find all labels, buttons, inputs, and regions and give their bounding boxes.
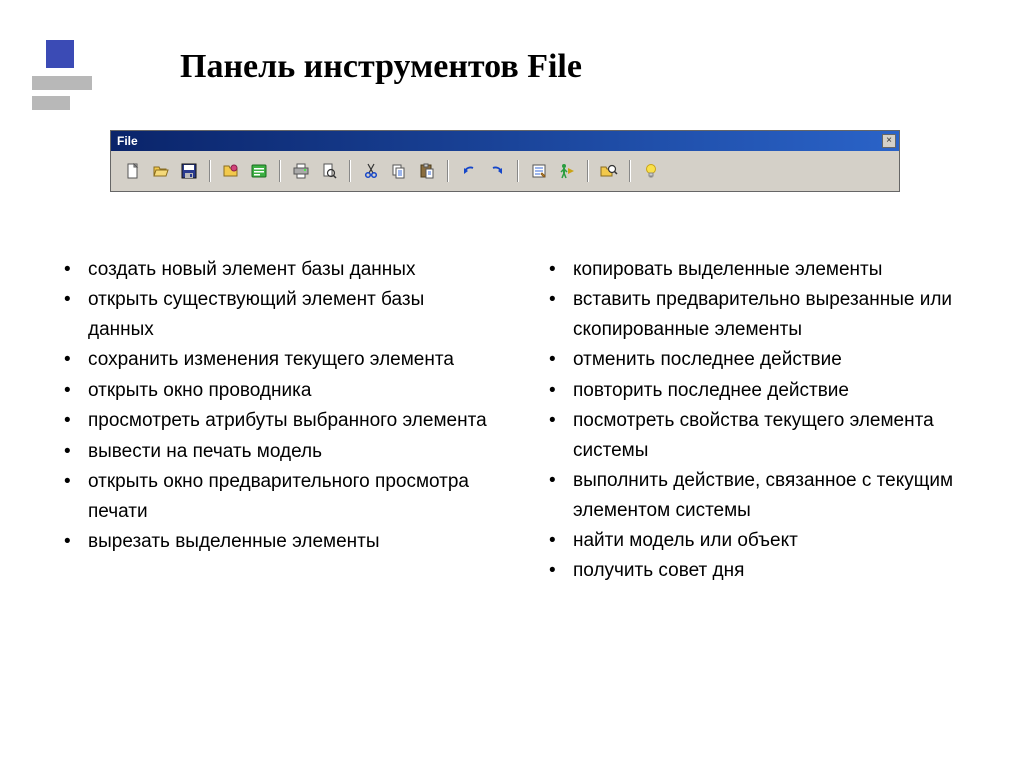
close-button[interactable]: ×	[882, 134, 896, 148]
list-item: вывести на печать модель	[60, 437, 495, 466]
paste-button[interactable]	[415, 159, 439, 183]
find-icon	[600, 163, 618, 179]
toolbar-separator	[279, 160, 281, 182]
list-item: создать новый элемент базы данных	[60, 255, 495, 284]
new-button[interactable]	[121, 159, 145, 183]
copy-button[interactable]	[387, 159, 411, 183]
toolbar-separator	[447, 160, 449, 182]
list-item: выполнить действие, связанное с текущим …	[545, 466, 980, 525]
properties-button[interactable]	[527, 159, 551, 183]
redo-icon	[489, 163, 505, 179]
decoration-square	[46, 40, 74, 68]
toolbar-buttons-row	[111, 151, 899, 191]
toolbar-title: File	[117, 134, 138, 148]
list-item: просмотреть атрибуты выбранного элемента	[60, 406, 495, 435]
page-title: Панель инструментов File	[180, 48, 582, 86]
save-button[interactable]	[177, 159, 201, 183]
list-item: повторить последнее действие	[545, 376, 980, 405]
toolbar-separator	[349, 160, 351, 182]
tip-button[interactable]	[639, 159, 663, 183]
right-column: копировать выделенные элементы вставить …	[545, 255, 980, 587]
copy-icon	[391, 163, 407, 179]
list-item: отменить последнее действие	[545, 345, 980, 374]
list-item: копировать выделенные элементы	[545, 255, 980, 284]
print-preview-button[interactable]	[317, 159, 341, 183]
list-item: получить совет дня	[545, 556, 980, 585]
run-action-icon	[559, 163, 575, 179]
undo-button[interactable]	[457, 159, 481, 183]
open-icon	[153, 163, 169, 179]
explorer-button[interactable]	[219, 159, 243, 183]
run-action-button[interactable]	[555, 159, 579, 183]
paste-icon	[419, 163, 435, 179]
decoration-bar	[32, 96, 70, 110]
list-item: найти модель или объект	[545, 526, 980, 555]
list-item: вырезать выделенные элементы	[60, 527, 495, 556]
list-item: вставить предварительно вырезанные или с…	[545, 285, 980, 344]
left-list: создать новый элемент базы данных открыт…	[60, 255, 495, 556]
list-item: открыть существующий элемент базы данных	[60, 285, 495, 344]
cut-icon	[363, 163, 379, 179]
open-button[interactable]	[149, 159, 173, 183]
list-item: посмотреть свойства текущего элемента си…	[545, 406, 980, 465]
attributes-button[interactable]	[247, 159, 271, 183]
redo-button[interactable]	[485, 159, 509, 183]
toolbar-separator	[209, 160, 211, 182]
print-button[interactable]	[289, 159, 313, 183]
undo-icon	[461, 163, 477, 179]
find-button[interactable]	[597, 159, 621, 183]
toolbar-separator	[629, 160, 631, 182]
print-preview-icon	[321, 163, 337, 179]
properties-icon	[531, 163, 547, 179]
save-icon	[181, 163, 197, 179]
list-item: открыть окно проводника	[60, 376, 495, 405]
explorer-icon	[223, 163, 239, 179]
content-columns: создать новый элемент базы данных открыт…	[60, 255, 980, 587]
toolbar-separator	[587, 160, 589, 182]
toolbar-titlebar: File ×	[111, 131, 899, 151]
left-column: создать новый элемент базы данных открыт…	[60, 255, 495, 587]
right-list: копировать выделенные элементы вставить …	[545, 255, 980, 586]
attributes-icon	[251, 163, 267, 179]
new-icon	[125, 163, 141, 179]
tip-icon	[643, 163, 659, 179]
list-item: открыть окно предварительного просмотра …	[60, 467, 495, 526]
print-icon	[293, 163, 309, 179]
decoration-bar	[32, 76, 92, 90]
list-item: сохранить изменения текущего элемента	[60, 345, 495, 374]
cut-button[interactable]	[359, 159, 383, 183]
toolbar-window: File ×	[110, 130, 900, 192]
toolbar-separator	[517, 160, 519, 182]
